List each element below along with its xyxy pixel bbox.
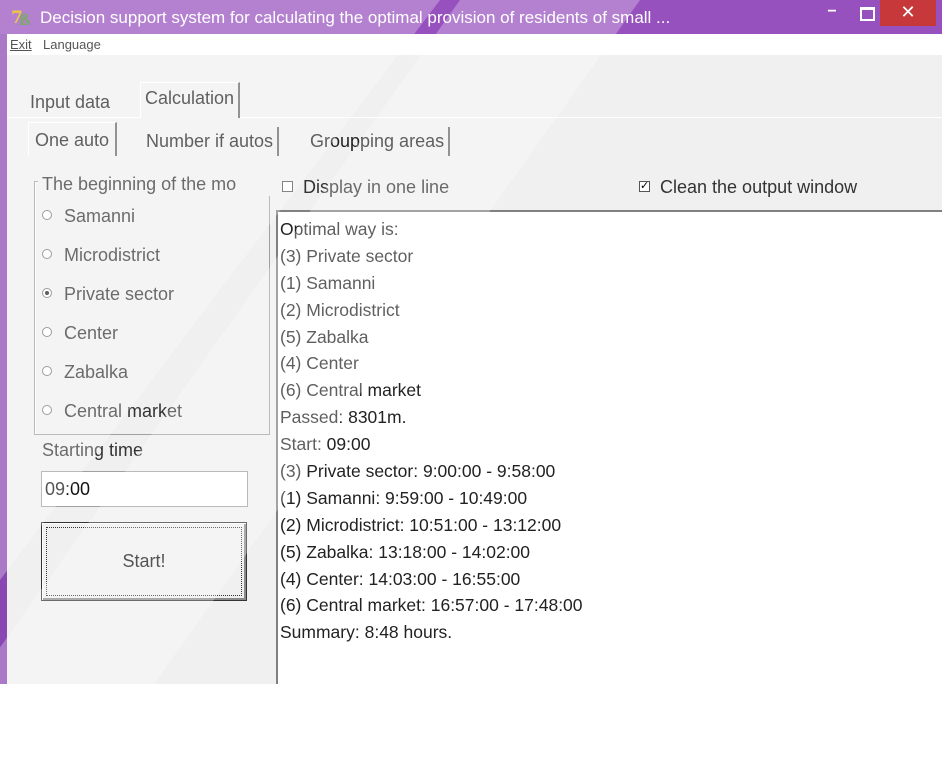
radio-button-selected-icon[interactable] [42, 288, 52, 299]
output-line: Start: 09:00 [280, 434, 371, 455]
output-line: Passed: 8301m. [280, 407, 407, 428]
menu-language-label: Language [43, 37, 101, 52]
output-line: (2) Microdistrict: 10:51:00 - 13:12:00 [280, 514, 562, 535]
checkbox-checked-icon[interactable]: ✓ [639, 180, 650, 192]
output-line: (1) Samanni [280, 272, 376, 293]
tab-one-auto[interactable]: One auto [28, 122, 118, 156]
radio-center[interactable]: Center [42, 320, 118, 346]
radio-label: Central market [64, 401, 183, 421]
output-line: (6) Central market: 16:57:00 - 17:48:00 [280, 595, 583, 616]
tab-input-data[interactable]: Input data [26, 88, 114, 117]
maximize-icon [859, 7, 875, 21]
radio-label: Private sector [64, 284, 175, 304]
output-line: Summary: 8:48 hours. [280, 622, 453, 643]
display-one-line-checkbox[interactable]: Display in one line [282, 174, 449, 200]
output-line: Optimal way is: [280, 219, 399, 239]
menu-exit-label: Exit [10, 37, 32, 52]
radio-samanni[interactable]: Samanni [42, 203, 135, 229]
close-button[interactable]: ✕ [880, 0, 936, 26]
tab-calculation[interactable]: Calculation [140, 82, 241, 118]
app-window: 7 ß Decision support system for calculat… [0, 0, 942, 684]
minimize-button[interactable]: − [816, 0, 848, 26]
app-logo-icon: 7 ß [11, 8, 30, 28]
menu-exit[interactable]: Exit [10, 37, 32, 52]
radio-microdistrict[interactable]: Microdistrict [42, 242, 160, 268]
output-line: (6) Central market [280, 380, 422, 401]
output-line: (4) Center: 14:03:00 - 16:55:00 [280, 568, 521, 589]
radio-label: Samanni [64, 206, 136, 226]
menu-language[interactable]: Language [43, 37, 101, 52]
start-button[interactable]: Start! [41, 522, 247, 601]
radio-label: Microdistrict [64, 245, 161, 265]
checkbox-label: Display in one line [303, 177, 450, 197]
tab-grouping-areas[interactable]: Groupping areas [306, 127, 451, 156]
radio-button-icon[interactable] [42, 327, 52, 338]
output-line: (3) Private sector: 9:00:00 - 9:58:00 [280, 461, 556, 482]
tab-number-of-autos[interactable]: Number if autos [142, 127, 280, 156]
radio-button-icon[interactable] [42, 249, 52, 260]
menu-bar: Exit Language [7, 34, 942, 55]
start-button-label: Start! [46, 527, 242, 596]
checkbox-label: Clean the output window [660, 177, 858, 197]
maximize-button[interactable] [851, 0, 883, 26]
radio-zabalka[interactable]: Zabalka [42, 359, 128, 385]
radio-private-sector[interactable]: Private sector [42, 281, 174, 307]
radio-label: Center [64, 323, 119, 343]
clean-output-checkbox[interactable]: ✓ Clean the output window [639, 174, 857, 200]
svg-text:ß: ß [19, 11, 30, 28]
title-bar[interactable]: 7 ß Decision support system for calculat… [0, 0, 942, 34]
output-line: (1) Samanni: 9:59:00 - 10:49:00 [280, 487, 528, 508]
radio-button-icon[interactable] [42, 210, 52, 221]
radio-button-icon[interactable] [42, 366, 52, 377]
output-line: (3) Private sector [280, 245, 414, 266]
starting-time-label: Starting time [42, 440, 144, 460]
window-title: Decision support system for calculating … [40, 8, 671, 27]
radio-button-icon[interactable] [42, 405, 52, 416]
output-line: (5) Zabalka [280, 326, 369, 347]
output-lines: Optimal way is: (3) Private sector (1) Sam… [278, 216, 583, 646]
radio-central-market[interactable]: Central market [42, 398, 182, 424]
output-line: (5) Zabalka: 13:18:00 - 14:02:00 [280, 541, 531, 562]
output-line: (2) Microdistrict [280, 299, 400, 320]
output-line: (4) Center [280, 353, 359, 374]
radio-label: Zabalka [64, 362, 129, 382]
start-location-legend: The beginning of the mo [38, 172, 270, 196]
starting-time-input[interactable] [41, 471, 248, 507]
output-textarea[interactable]: Optimal way is: (3) Private sector (1) Sam… [276, 210, 942, 684]
checkbox-unchecked-icon[interactable] [282, 180, 293, 192]
